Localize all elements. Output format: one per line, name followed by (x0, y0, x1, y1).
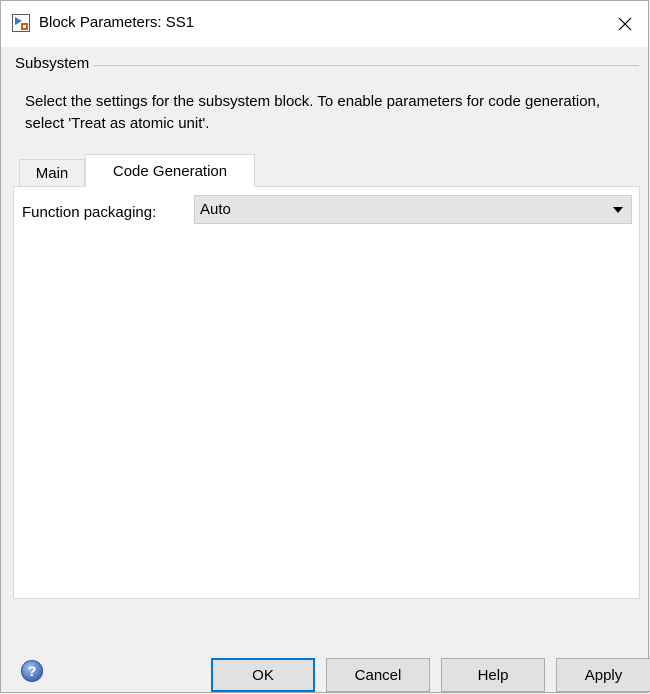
description-text: Select the settings for the subsystem bl… (25, 93, 601, 132)
block-parameters-dialog: Block Parameters: SS1 Subsystem Select t… (0, 0, 650, 693)
simulink-block-icon (12, 14, 30, 32)
close-button[interactable] (602, 1, 648, 47)
window-title: Block Parameters: SS1 (39, 14, 195, 31)
dropdown-arrow-icon (613, 207, 623, 213)
function-packaging-dropdown[interactable]: Auto (194, 195, 632, 224)
close-icon (618, 17, 632, 31)
tab-bar: Main Code Generation (13, 153, 640, 187)
tab-code-generation[interactable]: Code Generation (85, 154, 255, 187)
cancel-button[interactable]: Cancel (326, 658, 430, 692)
tab-main[interactable]: Main (19, 159, 85, 187)
svg-text:?: ? (28, 663, 37, 679)
apply-button[interactable]: Apply (556, 658, 650, 692)
help-question-icon[interactable]: ? (21, 660, 43, 682)
title-bar[interactable]: Block Parameters: SS1 (1, 1, 648, 47)
help-button[interactable]: Help (441, 658, 545, 692)
function-packaging-label: Function packaging: (22, 204, 157, 221)
ok-button[interactable]: OK (211, 658, 315, 692)
code-generation-panel: Function packaging: Auto (13, 186, 640, 599)
group-legend: Subsystem (13, 55, 94, 72)
function-packaging-value: Auto (200, 201, 231, 218)
